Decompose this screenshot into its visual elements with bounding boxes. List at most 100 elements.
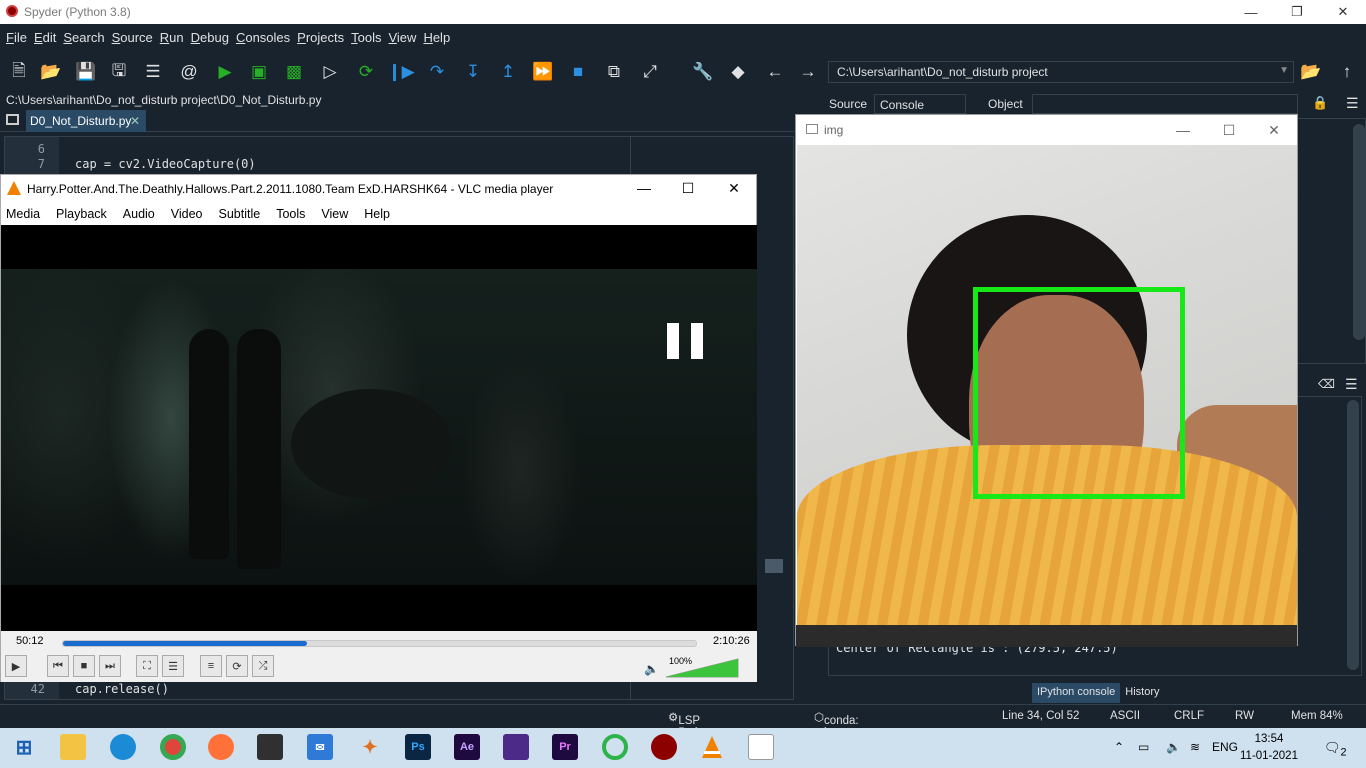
- stop-debug-icon[interactable]: ■: [565, 59, 591, 85]
- volume-slider[interactable]: [664, 657, 740, 679]
- run-icon[interactable]: ▶: [212, 59, 238, 85]
- menu-help[interactable]: Help: [423, 26, 457, 50]
- vlc-menu-view[interactable]: View: [320, 201, 363, 225]
- debug-icon[interactable]: ❙▶: [387, 59, 414, 85]
- run-selection-icon[interactable]: ▷: [317, 59, 343, 85]
- menu-source[interactable]: Source: [112, 26, 160, 50]
- minimize-button[interactable]: —: [1228, 0, 1274, 24]
- vlc-maximize-button[interactable]: ☐: [665, 175, 711, 201]
- chevron-down-icon[interactable]: ▼: [1279, 65, 1289, 76]
- save-icon[interactable]: 💾: [73, 59, 99, 85]
- extended-settings-icon[interactable]: ☰: [162, 655, 184, 677]
- file-explorer-icon[interactable]: [60, 734, 86, 760]
- firefox-icon[interactable]: [208, 734, 234, 760]
- img-minimize-button[interactable]: —: [1160, 115, 1206, 145]
- lock-icon[interactable]: 🔒: [1312, 95, 1328, 111]
- windows-start-icon[interactable]: ⊞: [11, 734, 37, 760]
- premiere-icon[interactable]: Pr: [552, 734, 578, 760]
- img-close-button[interactable]: ✕: [1251, 115, 1297, 145]
- play-button[interactable]: ▶: [5, 655, 27, 677]
- menu-view[interactable]: View: [388, 26, 423, 50]
- notepad-icon[interactable]: [748, 734, 774, 760]
- run-cell-icon[interactable]: ▣: [246, 59, 272, 85]
- editor-scrollbar[interactable]: [765, 157, 783, 687]
- photoshop-icon[interactable]: Ps: [405, 734, 431, 760]
- system-clock[interactable]: 13:54 11-01-2021: [1240, 731, 1298, 765]
- shuffle-icon[interactable]: ⤮: [252, 655, 274, 677]
- previous-icon[interactable]: ⏮: [47, 655, 69, 677]
- sync-app-icon[interactable]: [602, 734, 628, 760]
- loop-icon[interactable]: ⟳: [226, 655, 248, 677]
- vlc-close-button[interactable]: ✕: [711, 175, 757, 201]
- playlist-icon[interactable]: ≡: [200, 655, 222, 677]
- fullscreen-icon[interactable]: ⤢: [637, 59, 663, 85]
- chrome-icon[interactable]: [160, 734, 186, 760]
- edge-icon[interactable]: [110, 734, 136, 760]
- menu-debug[interactable]: Debug: [191, 26, 236, 50]
- after-effects-icon[interactable]: Ae: [454, 734, 480, 760]
- step-return-icon[interactable]: ↥: [495, 59, 521, 85]
- working-directory-input[interactable]: C:\Users\arihant\Do_not_disturb project …: [828, 61, 1294, 83]
- forward-arrow-icon[interactable]: →: [795, 59, 821, 85]
- outline-icon[interactable]: ☰: [140, 59, 166, 85]
- next-icon[interactable]: ⏭: [99, 655, 121, 677]
- menu-projects[interactable]: Projects: [297, 26, 351, 50]
- editor-scrollbar-thumb[interactable]: [765, 559, 783, 573]
- stop-icon[interactable]: ■: [73, 655, 95, 677]
- options-menu-icon[interactable]: ☰: [1346, 95, 1359, 112]
- tab-ipython-console[interactable]: IPython console: [1032, 683, 1121, 703]
- rerun-icon[interactable]: ⟳: [353, 59, 379, 85]
- vlc-menu-video[interactable]: Video: [170, 201, 218, 225]
- help-scrollbar[interactable]: [1353, 124, 1365, 340]
- vlc-video-surface[interactable]: [1, 225, 757, 631]
- tray-expand-icon[interactable]: ⌃: [1114, 740, 1124, 754]
- git-tool-icon[interactable]: ✦: [357, 734, 383, 760]
- browse-folder-icon[interactable]: 📂: [1298, 59, 1324, 85]
- menu-consoles[interactable]: Consoles: [236, 26, 297, 50]
- fullscreen-icon[interactable]: ⛶: [136, 655, 158, 677]
- vlc-menu-subtitle[interactable]: Subtitle: [218, 201, 276, 225]
- object-input[interactable]: [1032, 94, 1298, 114]
- img-maximize-button[interactable]: ☐: [1206, 115, 1252, 145]
- restore-button[interactable]: ❐: [1274, 0, 1320, 24]
- close-icon[interactable]: ✕: [130, 114, 140, 128]
- continue-icon[interactable]: ⏩: [530, 59, 556, 85]
- step-into-icon[interactable]: ↧: [460, 59, 486, 85]
- at-icon[interactable]: @: [176, 59, 202, 85]
- source-select[interactable]: Console: [874, 94, 966, 114]
- step-icon[interactable]: ↷: [424, 59, 450, 85]
- tab-d0-not-disturb[interactable]: D0_Not_Disturb.py ✕: [26, 110, 146, 132]
- wifi-icon[interactable]: ≋: [1190, 740, 1200, 754]
- notification-center-icon[interactable]: 🗨2: [1324, 740, 1347, 759]
- language-indicator[interactable]: ENG: [1212, 740, 1238, 754]
- parent-dir-icon[interactable]: ↑: [1334, 59, 1360, 85]
- store-icon[interactable]: [257, 734, 283, 760]
- python-path-icon[interactable]: ◆: [725, 59, 751, 85]
- battery-icon[interactable]: ▭: [1138, 740, 1149, 754]
- console-options-icon[interactable]: ☰: [1345, 376, 1358, 393]
- tab-history[interactable]: History: [1120, 683, 1164, 703]
- visual-studio-icon[interactable]: [503, 734, 529, 760]
- menu-run[interactable]: Run: [160, 26, 191, 50]
- console-scrollbar[interactable]: [1347, 400, 1359, 670]
- vlc-menu-help[interactable]: Help: [363, 201, 405, 225]
- menu-search[interactable]: Search: [63, 26, 111, 50]
- run-cell-advance-icon[interactable]: ▩: [281, 59, 307, 85]
- back-arrow-icon[interactable]: ←: [762, 59, 788, 85]
- mail-icon[interactable]: ✉: [307, 734, 333, 760]
- spyder-taskbar-icon[interactable]: [651, 734, 677, 760]
- preferences-wrench-icon[interactable]: 🔧: [690, 59, 716, 85]
- menu-tools[interactable]: Tools: [351, 26, 388, 50]
- vlc-taskbar-icon[interactable]: [699, 734, 725, 760]
- eraser-icon[interactable]: ⌫: [1318, 377, 1335, 391]
- speaker-tray-icon[interactable]: 🔈: [1166, 740, 1181, 754]
- speaker-icon[interactable]: 🔈: [644, 662, 659, 676]
- maximize-pane-icon[interactable]: ⧉: [601, 59, 627, 85]
- open-file-icon[interactable]: 📂: [38, 59, 64, 85]
- browse-tabs-icon[interactable]: [6, 114, 19, 125]
- save-all-icon[interactable]: 🖫: [106, 59, 132, 85]
- vlc-menu-playback[interactable]: Playback: [55, 201, 122, 225]
- menu-file[interactable]: File: [6, 26, 34, 50]
- vlc-menu-tools[interactable]: Tools: [275, 201, 320, 225]
- vlc-menu-media[interactable]: Media: [5, 201, 55, 225]
